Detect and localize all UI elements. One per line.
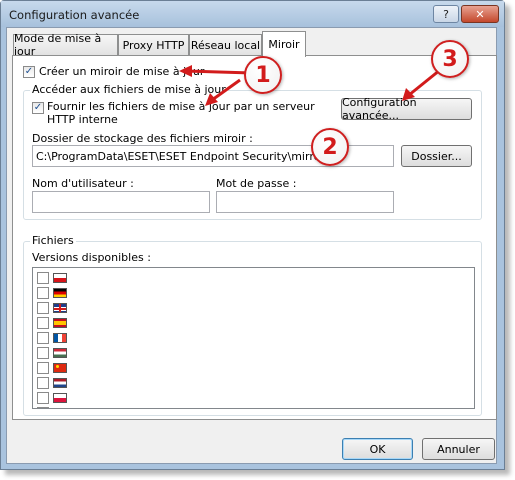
arrowhead-icon <box>179 65 192 77</box>
annotation-marker-1: 1 <box>244 56 282 94</box>
arrow-to-http-server <box>211 78 241 102</box>
annotation-marker-2: 2 <box>311 128 349 166</box>
annotation-marker-3: 3 <box>431 40 469 78</box>
arrow-to-create-mirror <box>185 69 253 75</box>
arrowhead-icon <box>205 93 218 106</box>
arrow-to-advanced-config <box>408 68 441 97</box>
